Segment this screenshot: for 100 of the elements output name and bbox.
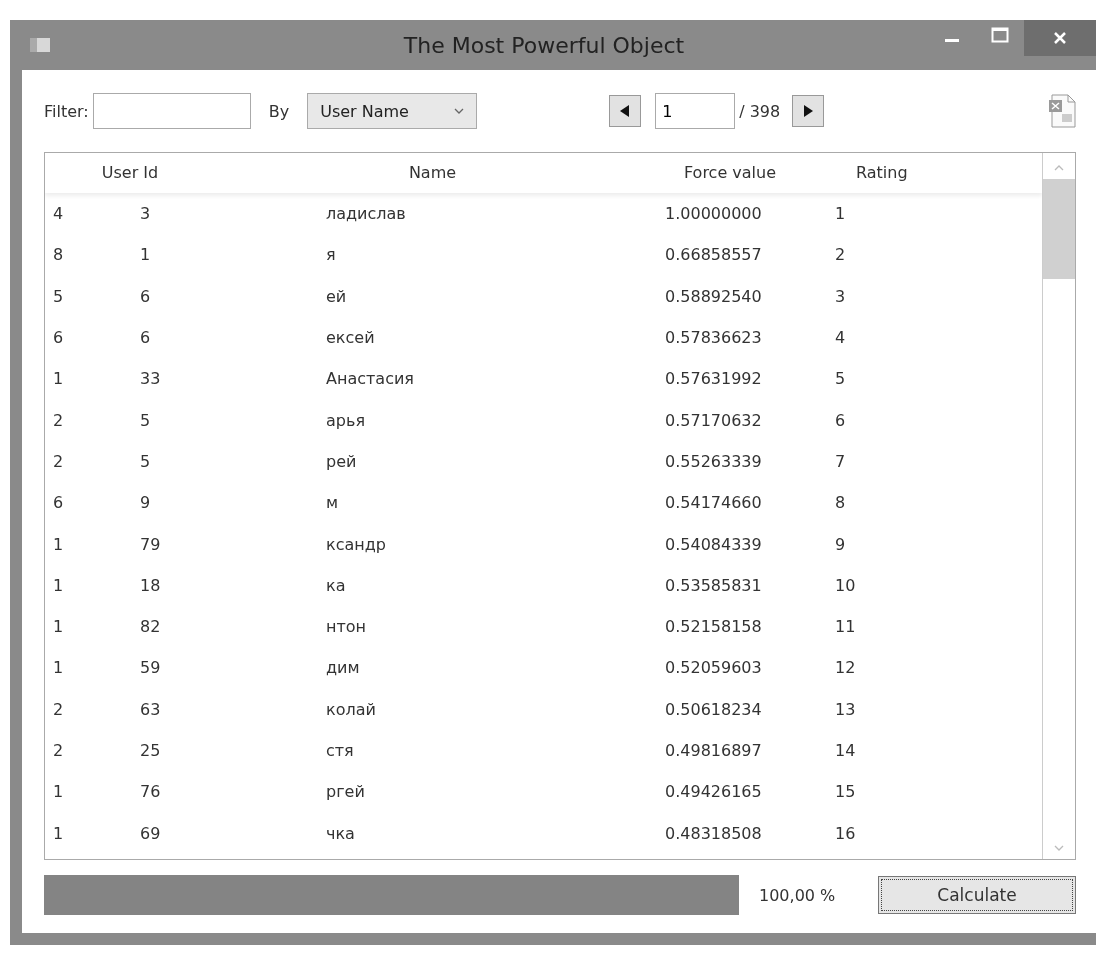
table-cell: 63 — [140, 699, 161, 719]
table-cell: 1 — [53, 658, 64, 678]
table-cell: 11 — [835, 617, 856, 637]
table-cell: м — [326, 493, 339, 513]
table-cell: 15 — [835, 782, 856, 802]
table-cell: 69 — [140, 823, 161, 843]
table-cell: Анастасия — [326, 369, 414, 389]
table-cell: 25 — [140, 741, 161, 760]
table-cell: 0.55263339 — [665, 451, 762, 471]
progress-percentage: 100,00 % — [759, 885, 837, 905]
table-cell: 0.57170632 — [665, 410, 762, 430]
table-cell: 9 — [835, 534, 846, 554]
table-cell: 8 — [835, 493, 846, 513]
filter-field[interactable] — [92, 93, 251, 129]
table-cell: 8 — [53, 245, 64, 265]
table-cell: 5 — [140, 451, 151, 471]
chevron-down-icon — [454, 107, 465, 115]
table-cell: ладислав — [326, 204, 406, 224]
next-page-button[interactable] — [792, 95, 825, 127]
filter-label: Filter: — [44, 101, 89, 121]
close-icon — [1053, 31, 1067, 45]
table-cell: 2 — [835, 245, 846, 265]
table-cell: 1 — [140, 245, 151, 265]
table-cell: стя — [326, 741, 354, 760]
table-cell: 0.49426165 — [665, 782, 762, 802]
calculate-button[interactable]: Calculate — [878, 876, 1076, 914]
table-cell: 2 — [53, 741, 64, 760]
table-cell: дим — [326, 658, 360, 678]
window-title: The Most Powerful Object — [402, 32, 686, 58]
table-cell: 6 — [53, 328, 64, 348]
table-cell: 1.00000000 — [665, 204, 762, 224]
scroll-up-icon[interactable] — [1054, 165, 1064, 171]
table-cell: 82 — [140, 617, 161, 637]
table-cell: ексей — [326, 328, 375, 348]
spreadsheet-export-icon[interactable] — [1048, 94, 1076, 128]
table-cell: 18 — [140, 575, 161, 595]
table-cell: 59 — [140, 658, 161, 678]
page-total: / 398 — [739, 101, 781, 121]
table-cell: 0.50618234 — [665, 699, 762, 719]
table-cell: 1 — [53, 617, 64, 637]
table-cell: 1 — [53, 534, 64, 554]
table-cell: 4 — [53, 204, 64, 224]
table-cell: 5 — [53, 286, 64, 306]
previous-page-button[interactable] — [609, 95, 642, 127]
right-triangle-icon — [803, 105, 814, 117]
table-cell: 0.49816897 — [665, 741, 762, 760]
scrollbar[interactable] — [1042, 153, 1075, 859]
table-cell: 4 — [835, 328, 846, 348]
table-cell: 76 — [140, 782, 161, 802]
table-cell: 1 — [53, 823, 64, 843]
scroll-down-icon[interactable] — [1054, 845, 1064, 851]
table-cell: 0.66858557 — [665, 245, 762, 265]
table-cell: арья — [326, 410, 365, 430]
table-cell: 5 — [140, 410, 151, 430]
table-cell: 6 — [835, 410, 846, 430]
table-cell: 79 — [140, 534, 161, 554]
table-cell: 0.52059603 — [665, 658, 762, 678]
table-cell: 0.57836623 — [665, 328, 762, 348]
table-cell: чка — [326, 823, 355, 843]
table-cell: 0.54084339 — [665, 534, 762, 554]
table-cell: 3 — [140, 204, 151, 224]
table-cell: 1 — [53, 369, 64, 389]
table-cell: 5 — [835, 369, 846, 389]
table-cell: 2 — [53, 410, 64, 430]
table-cell: 1 — [53, 575, 64, 595]
table-cell: ксандр — [326, 534, 386, 554]
table-cell: ей — [326, 286, 347, 306]
column-header[interactable]: User Id — [45, 153, 215, 193]
table-cell: 0.48318508 — [665, 823, 762, 843]
table-cell: колай — [326, 699, 376, 719]
left-triangle-icon — [620, 105, 631, 117]
table-cell: 0.54174660 — [665, 493, 762, 513]
table-cell: 0.52158158 — [665, 617, 762, 637]
close-button[interactable] — [1024, 20, 1096, 56]
page-field[interactable]: 1 — [655, 93, 736, 129]
column-header[interactable]: Force value — [650, 153, 810, 193]
table-cell: 3 — [835, 286, 846, 306]
table-cell: 33 — [140, 369, 161, 389]
table-cell: 0.58892540 — [665, 286, 762, 306]
minimize-icon — [945, 38, 959, 42]
table-cell: 0.53585831 — [665, 575, 762, 595]
table-cell: 14 — [835, 741, 856, 760]
table-cell: нтон — [326, 617, 367, 637]
table-cell: 7 — [835, 451, 846, 471]
table-cell: ргей — [326, 782, 365, 802]
table-cell: 6 — [140, 286, 151, 306]
table-cell: ка — [326, 575, 346, 595]
column-header[interactable]: Name — [215, 153, 650, 193]
filter-by-dropdown[interactable]: User Name — [307, 93, 478, 129]
scrollbar-thumb[interactable] — [1043, 179, 1075, 279]
table-cell: рей — [326, 451, 357, 471]
table-cell: 12 — [835, 658, 856, 678]
column-header[interactable]: Rating — [810, 153, 1042, 193]
table-cell: 1 — [835, 204, 846, 224]
table-cell: я — [326, 245, 336, 265]
table-cell: 2 — [53, 699, 64, 719]
table-cell: 10 — [835, 575, 856, 595]
table-cell: 0.57631992 — [665, 369, 762, 389]
app-icon — [30, 38, 50, 52]
table-cell: 2 — [53, 451, 64, 471]
